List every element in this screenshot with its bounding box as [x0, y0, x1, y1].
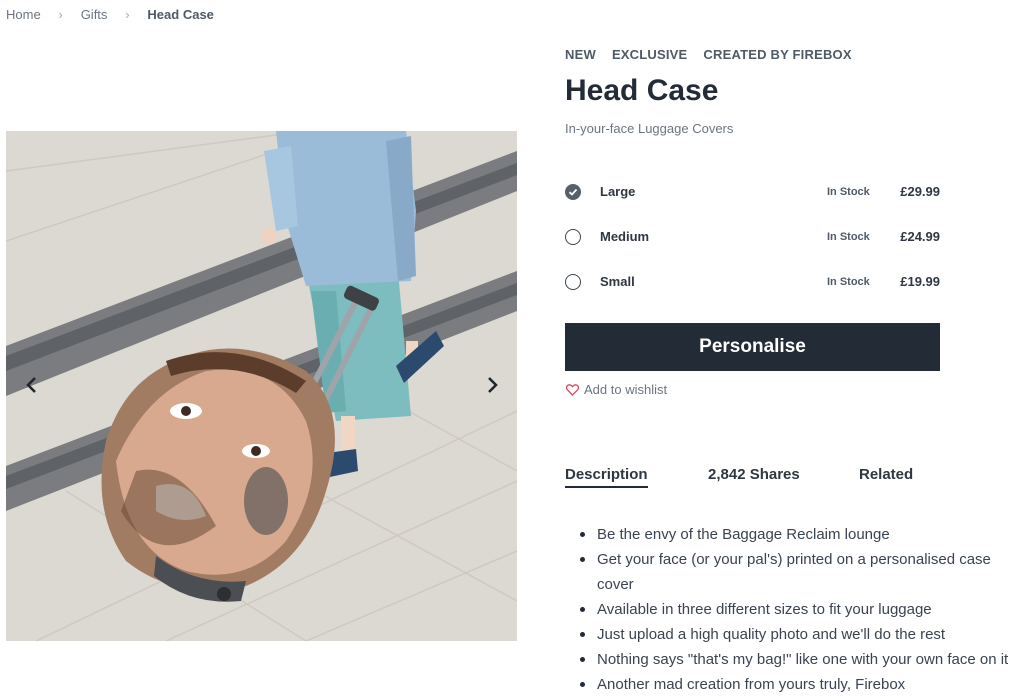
tab-related[interactable]: Related — [859, 466, 913, 486]
list-item: Available in three different sizes to fi… — [565, 597, 1025, 622]
product-badges: NEW EXCLUSIVE CREATED BY FIREBOX — [565, 47, 852, 62]
breadcrumb-separator: › — [58, 7, 63, 22]
personalise-button[interactable]: Personalise — [565, 323, 940, 371]
badge-new: NEW — [565, 47, 596, 62]
product-tabs: Description 2,842 Shares Related — [565, 466, 1005, 492]
size-option-small[interactable]: Small In Stock £19.99 — [565, 259, 940, 304]
product-subtitle: In-your-face Luggage Covers — [565, 121, 734, 136]
breadcrumb-current: Head Case — [147, 7, 214, 22]
breadcrumb-home[interactable]: Home — [6, 7, 41, 22]
list-item: Be the envy of the Baggage Reclaim loung… — [565, 522, 1025, 547]
size-option-large[interactable]: Large In Stock £29.99 — [565, 169, 940, 214]
option-price: £19.99 — [900, 274, 940, 289]
tab-shares[interactable]: 2,842 Shares — [708, 466, 800, 486]
radio-unselected[interactable] — [565, 273, 581, 290]
badge-exclusive: EXCLUSIVE — [611, 47, 688, 62]
option-stock: In Stock — [827, 185, 870, 198]
gallery-next-button[interactable] — [482, 367, 504, 403]
size-option-medium[interactable]: Medium In Stock £24.99 — [565, 214, 940, 259]
breadcrumb: Home › Gifts › Head Case — [6, 7, 214, 22]
list-item: Another mad creation from yours truly, F… — [565, 672, 1025, 697]
list-item: Just upload a high quality photo and we'… — [565, 622, 1025, 647]
option-label: Large — [600, 184, 636, 199]
tab-description[interactable]: Description — [565, 466, 648, 488]
wishlist-label: Add to wishlist — [584, 382, 668, 397]
check-icon — [568, 188, 578, 196]
list-item: Nothing says "that's my bag!" like one w… — [565, 647, 1025, 672]
radio-unselected[interactable] — [565, 228, 581, 245]
badge-created-by: CREATED BY FIREBOX — [703, 47, 852, 62]
product-image — [6, 131, 517, 641]
radio-selected[interactable] — [565, 183, 581, 200]
gallery-prev-button[interactable] — [20, 367, 42, 403]
chevron-left-icon — [26, 377, 36, 393]
product-photo — [6, 131, 517, 641]
description-panel: Be the envy of the Baggage Reclaim loung… — [565, 522, 1025, 697]
breadcrumb-separator: › — [125, 7, 130, 22]
option-price: £29.99 — [900, 184, 940, 199]
list-item: Get your face (or your pal's) printed on… — [565, 547, 1025, 597]
product-title: Head Case — [565, 74, 719, 107]
option-label: Small — [600, 274, 635, 289]
add-to-wishlist-link[interactable]: Add to wishlist — [566, 382, 667, 397]
option-price: £24.99 — [900, 229, 940, 244]
option-label: Medium — [600, 229, 650, 244]
option-stock: In Stock — [827, 230, 870, 243]
size-options: Large In Stock £29.99 Medium In Stock £2… — [565, 169, 940, 304]
description-list: Be the envy of the Baggage Reclaim loung… — [565, 522, 1025, 697]
heart-icon — [566, 383, 579, 396]
chevron-right-icon — [488, 377, 498, 393]
breadcrumb-gifts[interactable]: Gifts — [81, 7, 108, 22]
option-stock: In Stock — [827, 275, 870, 288]
